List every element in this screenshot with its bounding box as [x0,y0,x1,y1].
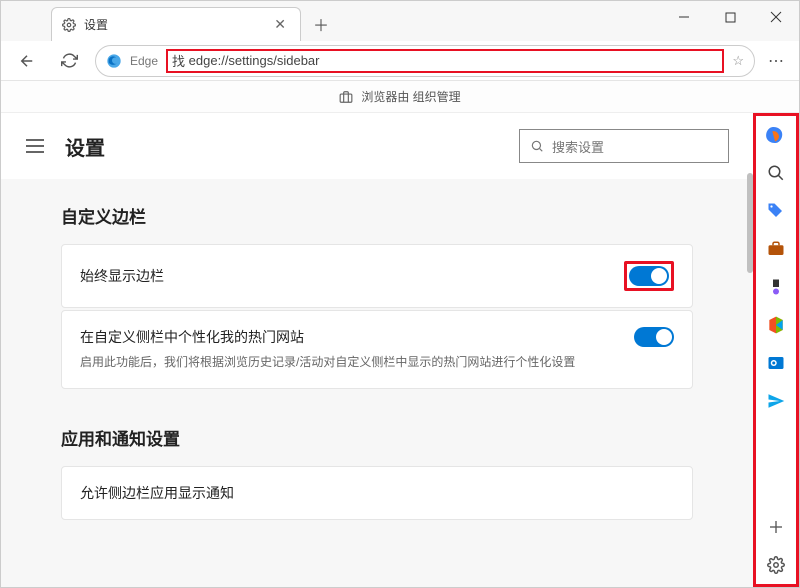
close-window-button[interactable] [753,1,799,33]
gear-icon [62,18,76,32]
maximize-button[interactable] [707,1,753,33]
org-managed-bar: 浏览器由 组织管理 [1,81,799,113]
toolbar: Edge 找 edge://settings/sidebar ☆ ⋯ [1,41,799,81]
add-sidebar-button[interactable] [763,514,789,540]
row-label: 在自定义侧栏中个性化我的热门网站 [80,327,304,347]
games-icon[interactable] [763,274,789,300]
highlight-annotation [624,261,674,291]
section-title: 应用和通知设置 [61,425,693,450]
row-description: 启用此功能后，我们将根据浏览历史记录/活动对自定义侧栏中显示的热门网站进行个性化… [80,353,674,372]
search-placeholder: 搜索设置 [552,137,604,156]
back-button[interactable] [11,45,43,77]
browser-tab[interactable]: 设置 ✕ [51,7,301,41]
search-input[interactable]: 搜索设置 [519,129,729,163]
close-tab-button[interactable]: ✕ [270,14,290,35]
edge-logo-icon [106,53,122,69]
settings-main: 设置 搜索设置 自定义边栏 始终显示边栏 在自定义侧栏中个性化我的热门网站 [1,113,753,587]
refresh-button[interactable] [53,45,85,77]
briefcase-icon [339,90,353,104]
scrollbar[interactable] [747,173,753,273]
card-always-show: 始终显示边栏 [61,244,693,308]
new-tab-button[interactable]: ＋ [307,10,335,38]
search-icon [530,139,544,153]
section-customize-sidebar: 自定义边栏 始终显示边栏 在自定义侧栏中个性化我的热门网站 启用此功能后，我们将… [1,179,753,401]
search-sidebar-icon[interactable] [763,160,789,186]
edge-sidebar [753,113,799,587]
favorite-icon[interactable]: ☆ [732,53,744,69]
card-notifications: 允许侧边栏应用显示通知 [61,466,693,520]
section-app-notifications: 应用和通知设置 允许侧边栏应用显示通知 [1,401,753,532]
content-area: 设置 搜索设置 自定义边栏 始终显示边栏 在自定义侧栏中个性化我的热门网站 [1,113,799,587]
row-label: 始终显示边栏 [80,266,164,286]
menu-button[interactable] [25,138,49,154]
titlebar: 设置 ✕ ＋ [1,1,799,41]
briefcase-sidebar-icon[interactable] [763,236,789,262]
edge-label: Edge [130,54,158,68]
section-title: 自定义边栏 [61,203,693,228]
settings-header: 设置 搜索设置 [1,113,753,179]
url-text: 找 edge://settings/sidebar [166,49,724,73]
outlook-icon[interactable] [763,350,789,376]
card-personalize: 在自定义侧栏中个性化我的热门网站 启用此功能后，我们将根据浏览历史记录/活动对自… [61,310,693,389]
copilot-icon[interactable] [763,122,789,148]
sidebar-settings-icon[interactable] [763,552,789,578]
page-title: 设置 [65,132,105,161]
toggle-always-show[interactable] [629,266,669,286]
m365-icon[interactable] [763,312,789,338]
more-button[interactable]: ⋯ [765,51,789,71]
tag-icon[interactable] [763,198,789,224]
address-bar[interactable]: Edge 找 edge://settings/sidebar ☆ [95,45,755,77]
toggle-personalize[interactable] [634,327,674,347]
tab-title: 设置 [84,16,108,33]
window-controls [661,1,799,33]
send-icon[interactable] [763,388,789,414]
org-managed-text: 浏览器由 组织管理 [361,88,460,105]
row-label: 允许侧边栏应用显示通知 [80,483,234,503]
minimize-button[interactable] [661,1,707,33]
